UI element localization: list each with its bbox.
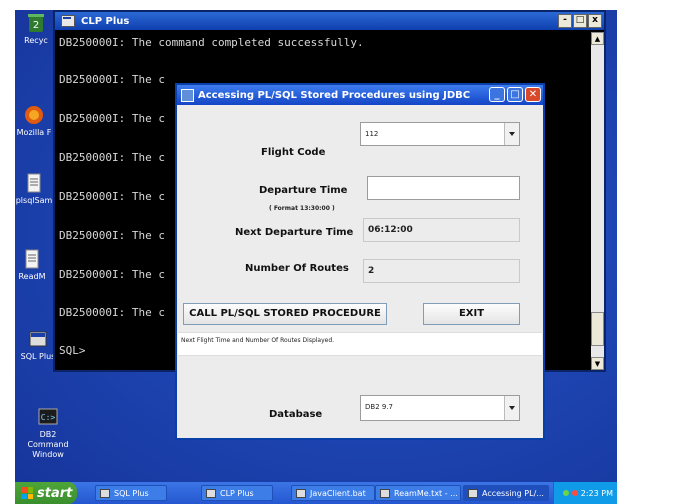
dialog-title-bar[interactable]: Accessing PL/SQL Stored Procedures using… [177,85,543,105]
dialog-close-button[interactable]: ✕ [525,87,541,102]
desktop: 2 Recyc Mozilla F plsqlSam ReadM SQL Plu… [15,10,617,504]
chevron-down-icon[interactable] [504,123,519,145]
console-title: CLP Plus [81,15,130,27]
flight-code-label: Flight Code [261,147,326,158]
scroll-thumb[interactable] [591,312,604,346]
taskbar-item-readme[interactable]: ReamMe.txt - ... [375,485,461,501]
desktop-icon-db2-command-window[interactable]: C:> DB2 Command Window [19,406,77,460]
desktop-icon-label: DB2 Command Window [27,430,69,459]
next-departure-field: 06:12:00 [363,218,520,242]
taskbar-item-label: Accessing PL/... [482,488,544,498]
database-label: Database [269,409,323,420]
departure-time-label: Departure Time [259,185,348,196]
flight-code-value: 112 [365,130,379,138]
console-line: DB250000I: The c [59,151,165,164]
next-departure-label: Next Departure Time [235,227,354,238]
network-icon[interactable] [562,490,569,496]
routes-field: 2 [363,259,520,283]
dialog-title: Accessing PL/SQL Stored Procedures using… [198,89,471,101]
maximize-button[interactable]: □ [573,14,587,28]
routes-label: Number Of Routes [245,263,349,274]
notepad-icon [380,488,390,498]
status-message: Next Flight Time and Number Of Routes Di… [178,332,542,356]
exit-button[interactable]: EXIT [423,303,520,325]
mozilla-icon [23,104,45,126]
taskbar-item-label: SQL Plus [114,488,149,498]
database-value: DB2 9.7 [365,403,394,411]
console-window-icon [61,15,75,27]
next-departure-value: 06:12:00 [368,225,413,235]
departure-time-hint: ( Format 13:30:00 ) [269,205,335,212]
taskbar-item-label: CLP Plus [220,488,254,498]
console-title-bar[interactable]: CLP Plus - □ x [55,12,604,30]
dialog-minimize-button[interactable]: _ [489,87,505,102]
minimize-button[interactable]: - [558,14,572,28]
console-icon [206,488,216,498]
recycle-bin-icon: 2 [25,12,47,34]
departure-time-input[interactable] [367,176,520,200]
console-line: DB250000I: The c [59,229,165,242]
scroll-down-arrow-icon[interactable]: ▼ [591,357,604,370]
console-line: DB250000I: The c [59,268,165,281]
clock: 2:23 PM [580,488,613,498]
call-stored-procedure-button[interactable]: CALL PL/SQL STORED PROCEDURE [183,303,387,325]
chevron-down-icon[interactable] [504,396,519,420]
scroll-up-arrow-icon[interactable]: ▲ [591,32,604,45]
sql-plus-icon [27,328,49,350]
plsql-icon [23,172,45,194]
java-app-icon [181,88,194,102]
dialog-controls: _ □ ✕ [489,87,541,102]
security-icon[interactable] [571,490,578,496]
console-line: DB250000I: The c [59,112,165,125]
console-line: DB250000I: The c [59,190,165,203]
console-prompt: SQL> [59,344,86,357]
start-label: start [37,485,73,501]
taskbar-item-sql-plus[interactable]: SQL Plus [95,485,167,501]
taskbar-item-label: ReamMe.txt - ... [394,488,458,498]
taskbar-item-label: JavaClient.bat [310,488,366,498]
console-scrollbar[interactable]: ▲ ▼ [591,32,604,370]
svg-text:C:>: C:> [41,413,56,422]
taskbar-item-accessing-plsql[interactable]: Accessing PL/... [463,485,549,501]
system-tray: 2:23 PM [553,482,617,504]
taskbar-item-javaclient[interactable]: JavaClient.bat [291,485,375,501]
readme-icon [21,248,43,270]
console-line: DB250000I: The c [59,73,165,86]
console-icon [100,488,110,498]
dialog-maximize-button[interactable]: □ [507,87,523,102]
flight-code-select[interactable]: 112 [360,122,520,146]
database-select[interactable]: DB2 9.7 [360,395,520,421]
routes-value: 2 [368,266,375,276]
taskbar: start SQL Plus CLP Plus JavaClient.bat R… [15,482,617,504]
console-controls: - □ x [558,14,602,28]
svg-text:2: 2 [33,20,39,31]
windows-logo-icon [21,487,33,499]
java-app-icon [468,488,478,498]
console-line: DB250000I: The c [59,306,165,319]
jdbc-dialog[interactable]: Accessing PL/SQL Stored Procedures using… [175,83,545,440]
console-line: DB250000I: The command completed success… [59,36,364,49]
db2-command-window-icon: C:> [37,406,59,428]
start-button[interactable]: start [15,482,77,504]
taskbar-item-clp-plus[interactable]: CLP Plus [201,485,273,501]
console-icon [296,488,306,498]
close-button[interactable]: x [588,14,602,28]
